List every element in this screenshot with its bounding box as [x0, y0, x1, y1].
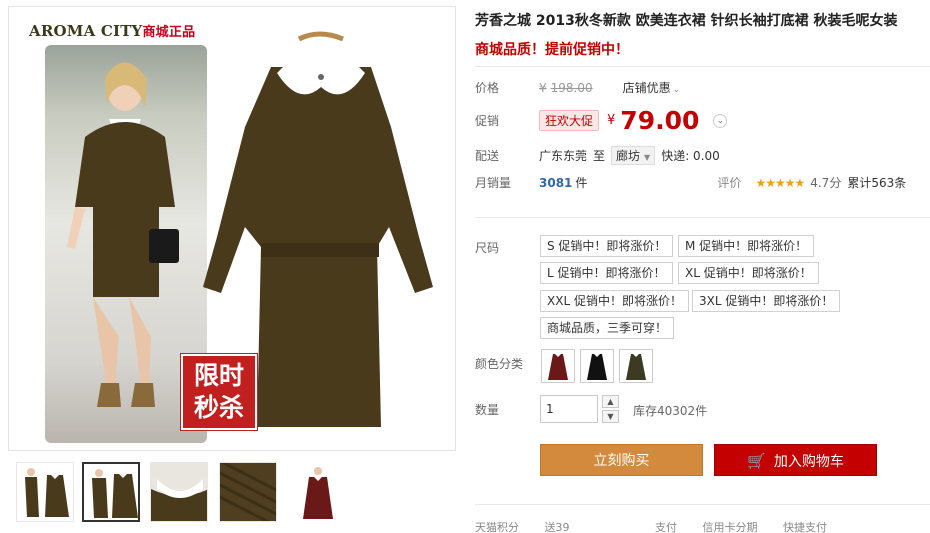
flash-sale-badge: 限时 秒杀 — [181, 354, 257, 430]
quantity-label: 数量 — [475, 403, 500, 417]
price-row: 价格 ¥198.00 店铺优惠 ⌄ — [475, 79, 680, 96]
monthly-sales-count: 3081 — [539, 175, 573, 190]
price-label: 价格 — [475, 81, 500, 95]
ship-from: 广东东莞 — [539, 149, 588, 163]
quantity-increase-button[interactable]: ▲ — [602, 395, 619, 408]
flash-sale-line2: 秒杀 — [193, 393, 244, 422]
pay-label: 支付 — [655, 521, 677, 533]
size-option-s[interactable]: S 促销中！即将涨价！ — [540, 235, 674, 257]
quick-pay-link[interactable]: 快捷支付 — [783, 521, 827, 533]
thumbnail-4[interactable] — [219, 462, 277, 522]
rating-label: 评价 — [717, 176, 742, 190]
points-label: 天猫积分 — [475, 521, 519, 533]
size-option-3xl[interactable]: 3XL 促销中！即将涨价！ — [692, 290, 841, 312]
shipping-row: 配送 广东东莞 至 廊坊 ▼ 快递: 0.00 — [475, 146, 720, 165]
ship-to-word: 至 — [593, 149, 606, 163]
thumbnail-3[interactable] — [150, 462, 208, 522]
size-option-xl[interactable]: XL 促销中！即将涨价！ — [678, 262, 819, 284]
rating-score: 4.7分 — [810, 176, 842, 190]
promo-row: 促销 狂欢大促 ¥ 79.00 ⌄ — [475, 106, 728, 135]
size-option-quality[interactable]: 商城品质，三季可穿！ — [540, 317, 675, 339]
divider — [475, 504, 930, 505]
model-figure — [67, 62, 179, 407]
monthly-sales-label: 月销量 — [475, 176, 512, 190]
divider — [475, 66, 930, 67]
store-discount-dropdown[interactable]: 店铺优惠 ⌄ — [623, 79, 681, 96]
installment-link[interactable]: 信用卡分期 — [703, 521, 758, 533]
quantity-input[interactable]: 1 — [540, 395, 598, 423]
divider — [475, 217, 930, 218]
quantity-decrease-button[interactable]: ▼ — [602, 410, 619, 423]
chevron-down-icon[interactable]: ⌄ — [713, 113, 728, 128]
thumbnail-2[interactable] — [82, 462, 140, 522]
size-option-m[interactable]: M 促销中！即将涨价！ — [678, 235, 815, 257]
review-count-link[interactable]: 累计563条 — [847, 174, 906, 191]
color-swatch-army-green[interactable] — [619, 349, 653, 383]
flash-sale-line1: 限时 — [193, 361, 244, 390]
size-option-l[interactable]: L 促销中！即将涨价！ — [540, 262, 673, 284]
chevron-down-icon: ▼ — [644, 153, 651, 162]
thumbnail-1[interactable] — [16, 462, 74, 522]
product-subtitle: 商城品质！提前促销中！ — [475, 42, 629, 58]
promo-price: 79.00 — [620, 106, 700, 135]
product-info: 芳香之城 2013秋冬新款 欧美连衣裙 针织长袖打底裙 秋装毛呢女装 商城品质！… — [475, 10, 930, 59]
city-select[interactable]: 廊坊 ▼ — [611, 146, 656, 165]
sales-unit: 件 — [575, 176, 588, 190]
points-value: 送39 — [544, 521, 570, 533]
promo-tag: 狂欢大促 — [539, 110, 600, 131]
stock-count: 库存40302件 — [633, 404, 708, 418]
payment-info-row: 天猫积分 送39 支付 信用卡分期 快捷支付 — [475, 519, 930, 533]
color-swatch-black[interactable] — [580, 349, 614, 383]
sales-row: 月销量 3081 件 评价 ★★★★★ 4.7分 累计563条 — [475, 174, 906, 191]
color-swatch-wine[interactable] — [541, 349, 575, 383]
main-image-panel[interactable]: AROMA CITY商城正品 限时 秒杀 — [8, 6, 456, 451]
thumbnail-strip — [8, 458, 456, 528]
size-label: 尺码 — [475, 241, 500, 255]
express-fee: 快递: 0.00 — [661, 149, 720, 163]
chevron-down-icon: ⌄ — [672, 85, 681, 95]
promo-label: 促销 — [475, 114, 500, 128]
add-to-cart-button[interactable]: 🛒 加入购物车 — [714, 444, 877, 476]
buy-now-button[interactable]: 立刻购买 — [540, 444, 703, 476]
add-to-cart-label: 加入购物车 — [773, 454, 844, 470]
shipping-label: 配送 — [475, 149, 500, 163]
product-title: 芳香之城 2013秋冬新款 欧美连衣裙 针织长袖打底裙 秋装毛呢女装 — [475, 13, 898, 29]
original-price: ¥198.00 — [539, 80, 593, 95]
thumbnail-5[interactable] — [288, 462, 346, 522]
cart-icon: 🛒 — [747, 452, 766, 470]
currency-symbol: ¥ — [607, 113, 616, 128]
color-label: 颜色分类 — [475, 357, 524, 371]
size-option-xxl[interactable]: XXL 促销中！即将涨价！ — [540, 290, 689, 312]
star-rating-icon: ★★★★★ — [755, 175, 805, 190]
